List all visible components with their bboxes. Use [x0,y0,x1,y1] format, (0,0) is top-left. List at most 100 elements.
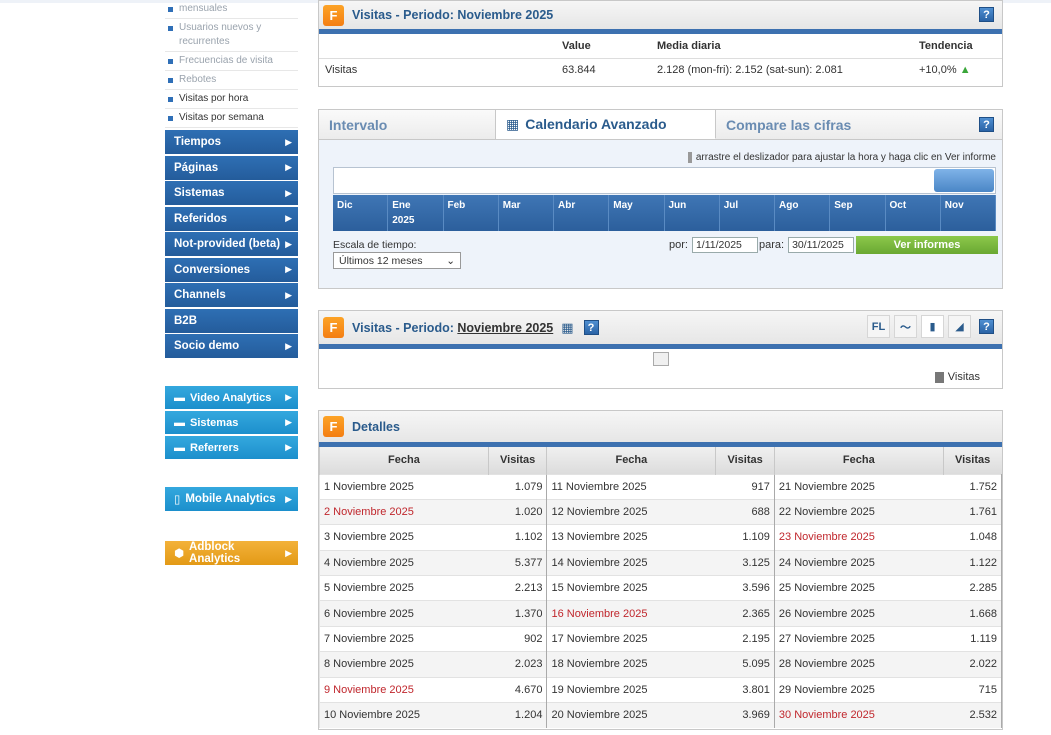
sidebar-nav-label: Channels [174,289,226,301]
details-col-header: Visitas [942,447,1002,474]
timeline-month[interactable]: Nov [941,195,996,231]
timeline-month-label: Ago [779,200,799,211]
timeline-month[interactable]: Dic [333,195,389,231]
sidebar-nav-item[interactable]: Not-provided (beta) ▶ [165,232,298,256]
summary-title: Visitas - Periodo: Noviembre 2025 [352,8,554,22]
help-tool[interactable]: ? [975,315,998,338]
timeline-month-label: Jun [668,200,687,211]
sidebar-plus-item-left: ▬ Sistemas [174,417,238,429]
table-cell-visits: 1.122 [943,549,1003,576]
table-cell-date: 23 Noviembre 2025 [773,524,944,551]
chart-period-link[interactable]: Noviembre 2025 [457,321,553,335]
timeline-slider-handle[interactable] [934,169,994,192]
sidebar: mensuales Usuarios nuevos y recurrentes Fr… [165,0,298,567]
bullet-icon [168,59,173,64]
sidebar-sub-item-label: Visitas por semana [179,112,264,123]
table-cell-date: 3 Noviembre 2025 [319,524,489,551]
timeline-month[interactable]: May [609,195,665,231]
fl-button[interactable]: FL [867,315,890,338]
sidebar-nav-item[interactable]: Sistemas ▶ [165,181,298,205]
to-date-label: para: [759,239,785,251]
table-cell-visits: 2.285 [943,575,1003,601]
timeline-track[interactable] [333,167,996,194]
help-icon[interactable]: ? [583,320,599,335]
chevron-right-icon: ▶ [285,187,292,198]
help-icon[interactable]: ? [979,7,994,22]
sidebar-nav-item[interactable]: Referidos ▶ [165,206,298,231]
timeline-month[interactable]: Jun [665,195,720,231]
tab-compare-label: Compare las cifras [726,116,852,133]
sidebar-sub-item[interactable]: Frecuencias de visita [165,52,298,71]
table-cell-visits: 1.752 [943,473,1003,500]
sidebar-sub-item[interactable]: mensuales [165,0,298,19]
table-cell-visits: 3.125 [715,549,775,576]
table-cell-visits: 688 [715,498,775,525]
help-icon[interactable]: ? [979,117,994,132]
slider-hint: arrastre el deslizador para ajustar la h… [687,152,996,163]
summary-row-daily: 2.128 (mon-fri): 2.152 (sat-sun): 2.081 [657,64,843,77]
details-body: 1 Noviembre 2025 1.079 11 Noviembre 2025 91… [319,473,1003,728]
mobile-analytics-button[interactable]: ▯ Mobile Analytics ▶ [165,487,298,511]
table-cell-date: 10 Noviembre 2025 [319,702,489,728]
sidebar-sub-item[interactable]: Rebotes [165,71,298,90]
timeline-month-label: May [613,200,633,211]
table-row: 2 Noviembre 2025 1.020 12 Noviembre 2025 68… [319,498,1003,525]
timeline-month-label: Oct [889,200,907,211]
sidebar-nav-item[interactable]: Channels ▶ [165,283,298,307]
summary-header: F Visitas - Periodo: Noviembre 2025 ? [319,1,1002,29]
summary-row-label: Visitas [325,64,358,77]
trend-value: +10,0% [919,64,957,77]
timeline-month[interactable]: Abr [554,195,610,231]
sidebar-sub-item[interactable]: Usuarios nuevos y recurrentes [165,19,298,52]
tab-calendario-avanzado[interactable]: ▦ Calendario Avanzado [496,110,716,139]
timeline-month[interactable]: Ago [775,195,831,231]
calendar-icon[interactable]: ▦ [561,320,573,336]
tab-compare[interactable]: Compare las cifras ? [716,110,1002,139]
line-chart-icon[interactable]: 〜 [894,315,917,338]
details-col-header: Visitas [715,447,775,474]
from-date-input[interactable]: 1/11/2025 [691,237,758,253]
sidebar-nav-item[interactable]: B2B [165,308,298,333]
details-panel: F Detalles Fecha Visitas Fecha Visitas Fecha… [318,410,1003,730]
tab-intervalo[interactable]: Intervalo [319,110,496,139]
view-reports-button[interactable]: Ver informes [856,236,998,254]
adblock-analytics-section: ⬢ Adblock Analytics ▶ [165,541,298,565]
table-cell-visits: 1.761 [943,498,1003,525]
timeline-month[interactable]: Feb [444,195,499,231]
sidebar-sub-item-label: Frecuencias de visita [179,55,273,66]
table-cell-date: 17 Noviembre 2025 [546,625,716,652]
table-row: 3 Noviembre 2025 1.102 13 Noviembre 2025 1.… [319,524,1003,551]
time-scale-select[interactable]: Últimos 12 meses ⌄ [333,252,461,269]
area-chart-icon[interactable]: ◢ [948,315,971,338]
table-cell-visits: 715 [943,676,1003,703]
sidebar-plus-item[interactable]: ▬ Video Analytics ▶ [165,386,298,409]
table-cell-visits: 2.023 [488,651,548,678]
sidebar-plus-item[interactable]: ▬ Sistemas ▶ [165,411,298,434]
brand-logo-icon: F [323,416,344,437]
timeline-month[interactable]: Mar [499,195,554,231]
sidebar-plus-item[interactable]: ▬ Referrers ▶ [165,436,298,459]
table-cell-visits: 1.079 [488,473,548,500]
sidebar-nav-item[interactable]: Tiempos ▶ [165,130,298,154]
mobile-analytics-label: Mobile Analytics [185,493,276,505]
timeline-month[interactable]: Oct [886,195,941,231]
timeline-month[interactable]: Sep [830,195,886,231]
table-cell-date: 22 Noviembre 2025 [773,498,944,525]
sidebar-nav-item[interactable]: Socio demo ▶ [165,334,298,358]
table-cell-date: 6 Noviembre 2025 [319,600,489,627]
bullet-icon [168,26,173,31]
adblock-analytics-button[interactable]: ⬢ Adblock Analytics ▶ [165,541,298,565]
sidebar-sub-item[interactable]: Visitas por hora [165,90,298,109]
bar-chart-icon[interactable]: ▮ [921,315,944,338]
to-date-input[interactable]: 30/11/2025 [788,237,855,253]
sidebar-nav-item[interactable]: Páginas ▶ [165,155,298,180]
sidebar-sub-item[interactable]: Visitas por semana [165,109,298,128]
brand-logo-icon: F [323,4,344,26]
sidebar-nav-label: Páginas [174,161,219,174]
timeline-month[interactable]: Ene 2025 [388,195,444,231]
summary-row-trend: +10,0% ▲ [919,58,1002,82]
help-icon[interactable]: ? [979,319,994,334]
timeline-month[interactable]: Jul [720,195,775,231]
sidebar-nav-item[interactable]: Conversiones ▶ [165,257,298,282]
table-cell-date: 8 Noviembre 2025 [319,651,489,678]
